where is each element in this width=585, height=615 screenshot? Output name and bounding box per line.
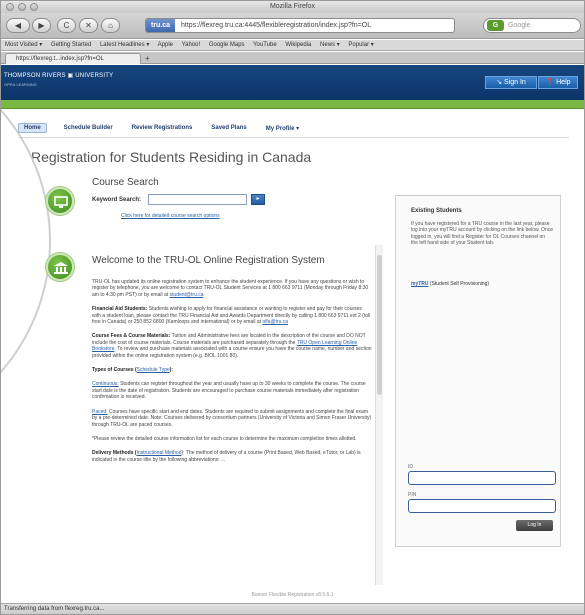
continuous-link[interactable]: Continuous:: [92, 381, 119, 387]
forward-button[interactable]: ▶: [32, 18, 51, 33]
bookmarks-toolbar: Most Visited ▾ Getting Started Latest He…: [1, 40, 584, 51]
header-accent-bar: [1, 100, 584, 109]
title-bar: Mozilla Firefox: [1, 1, 584, 13]
nav-schedule-builder[interactable]: Schedule Builder: [64, 125, 113, 131]
financial-aid-heading: Financial Aid Students:: [92, 306, 148, 313]
fees-paragraph: Course Fees & Course Materials: Tuition …: [92, 333, 372, 359]
help-button[interactable]: ❓ Help: [538, 76, 578, 89]
intro-paragraph: TRU-OL has updated its online registrati…: [92, 279, 372, 298]
browser-toolbar: ◀ ▶ C ✕ ⌂ tru.ca https://flexreg.tru.ca:…: [1, 13, 584, 39]
page-footer: Banner Flexible Registration v8.5.6.1: [251, 592, 334, 598]
page-navigation: Home Schedule Builder Review Registratio…: [18, 122, 318, 134]
existing-students-text: If you have registered for a TRU course …: [411, 221, 554, 246]
welcome-title: Welcome to the TRU-OL Online Registratio…: [92, 255, 325, 266]
back-button[interactable]: ◀: [6, 18, 30, 33]
institution-icon: [54, 262, 68, 274]
zoom-window-button[interactable]: [30, 3, 38, 11]
types-heading-tail: ):: [169, 367, 173, 374]
id-input[interactable]: [408, 471, 556, 485]
search-box[interactable]: G Google: [483, 18, 581, 33]
bookmark-item[interactable]: Getting Started: [51, 42, 91, 48]
window-title: Mozilla Firefox: [269, 3, 316, 10]
site-identity-button[interactable]: tru.ca: [146, 19, 176, 32]
paced-text: Courses have specific start and end date…: [92, 408, 372, 428]
article-scrollbar[interactable]: [375, 245, 383, 585]
student-email-link[interactable]: student@tru.ca: [170, 292, 204, 298]
tab-flexreg[interactable]: https://flexreg.t...index.jsp?fn=OL: [5, 53, 141, 64]
keyword-search-label: Keyword Search:: [92, 197, 142, 203]
existing-students-panel: Existing Students If you have registered…: [395, 195, 561, 547]
url-text: https://flexreg.tru.ca:4445/flexibleregi…: [181, 22, 372, 29]
url-bar[interactable]: tru.ca https://flexreg.tru.ca:4445/flexi…: [145, 18, 455, 33]
google-search-icon[interactable]: G: [487, 20, 504, 31]
delivery-paragraph: Delivery Methods (Instructional Method):…: [92, 450, 372, 463]
fees-heading: Course Fees & Course Materials:: [92, 333, 171, 340]
stop-button[interactable]: ✕: [79, 18, 98, 33]
tru-logo[interactable]: THOMPSON RIVERS ▣ UNIVERSITY: [4, 72, 113, 79]
site-header: THOMPSON RIVERS ▣ UNIVERSITY OPEN LEARNI…: [1, 65, 584, 100]
bookmark-item[interactable]: Apple: [158, 42, 173, 48]
mytru-line: myTRU (Student Self Provisioning): [411, 281, 489, 287]
nav-saved-plans[interactable]: Saved Plans: [211, 125, 246, 131]
pin-label: PIN: [408, 492, 417, 498]
instructional-method-link[interactable]: Instructional Method: [136, 450, 181, 456]
tab-strip: https://flexreg.t...index.jsp?fn=OL +: [1, 52, 584, 64]
welcome-circle-icon: [46, 253, 74, 281]
financial-aid-paragraph: Financial Aid Students: Students wishing…: [92, 306, 372, 325]
pin-input[interactable]: [408, 499, 556, 513]
delivery-heading: Delivery Methods (: [92, 450, 137, 457]
paced-link[interactable]: Paced:: [92, 409, 108, 415]
course-types-heading: Types of Courses (Schedule Type):: [92, 367, 372, 373]
search-go-button[interactable]: ▸: [251, 194, 265, 205]
bookmark-item[interactable]: Yahoo!: [182, 42, 201, 48]
bookmark-item[interactable]: News ▾: [320, 42, 340, 48]
new-tab-button[interactable]: +: [145, 54, 150, 63]
continuous-paragraph: Continuous: Students can register throug…: [92, 381, 372, 400]
status-bar: Transferring data from flexreg.tru.ca...: [1, 603, 584, 614]
log-in-button[interactable]: Log In: [516, 520, 553, 531]
home-button[interactable]: ⌂: [101, 18, 120, 33]
continuous-text: Students can register throughout the yea…: [92, 381, 366, 401]
nav-my-profile[interactable]: My Profile ▾: [266, 125, 299, 132]
page-title: Registration for Students Residing in Ca…: [31, 149, 312, 165]
bookmark-item[interactable]: Google Maps: [209, 42, 245, 48]
bookmark-item[interactable]: Popular ▾: [348, 42, 373, 48]
welcome-article: TRU-OL has updated its online registrati…: [92, 279, 372, 583]
id-label: ID: [408, 464, 413, 470]
browser-window: Mozilla Firefox ◀ ▶ C ✕ ⌂ tru.ca https:/…: [0, 0, 585, 615]
bookmark-item[interactable]: Most Visited ▾: [5, 42, 42, 48]
minimize-window-button[interactable]: [18, 3, 26, 11]
advanced-search-link[interactable]: Click here for detailed course search op…: [121, 213, 220, 219]
bookmark-item[interactable]: Latest Headlines ▾: [100, 42, 149, 48]
review-paragraph: *Please review the detailed course infor…: [92, 435, 357, 442]
close-window-button[interactable]: [6, 3, 14, 11]
search-circle-icon: [46, 187, 74, 215]
reload-button[interactable]: C: [57, 18, 76, 33]
nav-home[interactable]: Home: [18, 123, 47, 133]
nav-review-registrations[interactable]: Review Registrations: [132, 125, 193, 131]
course-search-title: Course Search: [92, 177, 159, 188]
keyword-search-input[interactable]: [148, 194, 247, 205]
bookmark-item[interactable]: YouTube: [253, 42, 277, 48]
monitor-icon: [54, 196, 68, 208]
mytru-link-note: (Student Self Provisioning): [428, 281, 490, 287]
nav-divider: [18, 137, 569, 138]
paced-paragraph: Paced: Courses have specific start and e…: [92, 409, 372, 428]
schedule-type-link[interactable]: Schedule Type: [137, 367, 170, 373]
olfa-email-link[interactable]: olfa@tru.ca: [262, 319, 288, 325]
types-heading-text: Types of Courses (: [92, 367, 137, 374]
bookmark-item[interactable]: Wikipedia: [285, 42, 311, 48]
mytru-link[interactable]: myTRU: [411, 281, 429, 287]
fees-tail: . To review and purchase materials assoc…: [92, 346, 372, 359]
existing-students-title: Existing Students: [411, 208, 462, 214]
scrollbar-thumb[interactable]: [377, 255, 382, 395]
window-controls: [6, 3, 38, 11]
search-placeholder: Google: [508, 22, 531, 29]
tru-logo-subtitle: OPEN LEARNING: [4, 82, 37, 87]
sign-in-button[interactable]: ↘ Sign In: [485, 76, 537, 89]
intro-text: TRU-OL has updated its online registrati…: [92, 279, 369, 298]
